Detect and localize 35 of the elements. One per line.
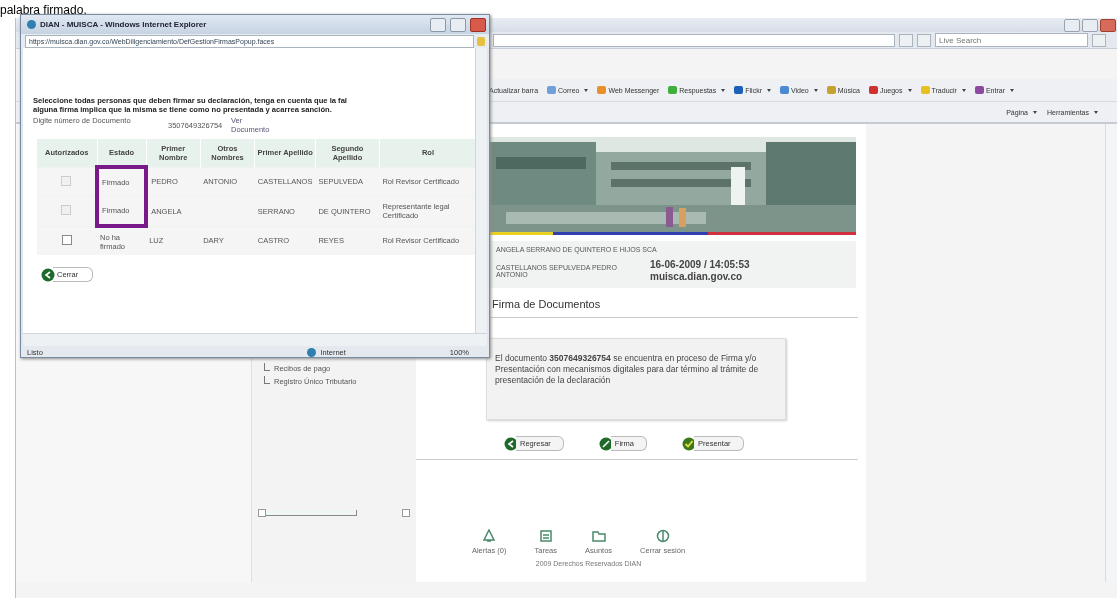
- maximize-button[interactable]: [1082, 19, 1098, 32]
- scrollbar[interactable]: [475, 48, 487, 333]
- caret-icon: [961, 88, 966, 92]
- date-time: 16-06-2009 / 14:05:53: [650, 259, 750, 271]
- caret-icon: [1094, 110, 1098, 114]
- check-icon: [682, 436, 697, 451]
- search-field[interactable]: Live Search: [935, 33, 1088, 47]
- message-text: El documento 3507649326754 se encuentra en proceso de Firma y/o Presentación con mecanismos digitales para dar término al trámite de presentación de la declaración: [486, 338, 786, 420]
- tasks-icon: [538, 529, 553, 543]
- caret-icon: [907, 88, 912, 92]
- caret-icon: [813, 88, 818, 92]
- caret-icon: [1010, 88, 1014, 92]
- site-name: muisca.dian.gov.co: [650, 271, 744, 283]
- minimize-button[interactable]: [1064, 19, 1080, 32]
- caret-icon: [1033, 110, 1037, 114]
- folder-icon: [591, 529, 606, 543]
- globe-icon: [307, 348, 317, 357]
- minimize-button[interactable]: [430, 17, 446, 32]
- caret-icon: [721, 88, 726, 92]
- address-field[interactable]: [493, 33, 895, 47]
- maximize-button[interactable]: [450, 17, 466, 32]
- globe-icon: [655, 529, 670, 543]
- scrollbar[interactable]: [23, 333, 487, 346]
- refresh-button[interactable]: [899, 33, 913, 47]
- close-button[interactable]: [470, 17, 486, 32]
- bell-icon: [482, 529, 497, 543]
- checkbox[interactable]: [62, 234, 72, 245]
- scrollbar[interactable]: [258, 509, 410, 517]
- document-text: palabra firmado.: [0, 3, 87, 17]
- stop-button[interactable]: [917, 33, 931, 47]
- window-title: DIAN - MUISCA - Windows Internet Explorer: [40, 20, 208, 29]
- browser-icon: [27, 20, 36, 29]
- caret-icon: [766, 88, 771, 92]
- caret-icon: [584, 88, 589, 92]
- pen-icon: [598, 436, 613, 451]
